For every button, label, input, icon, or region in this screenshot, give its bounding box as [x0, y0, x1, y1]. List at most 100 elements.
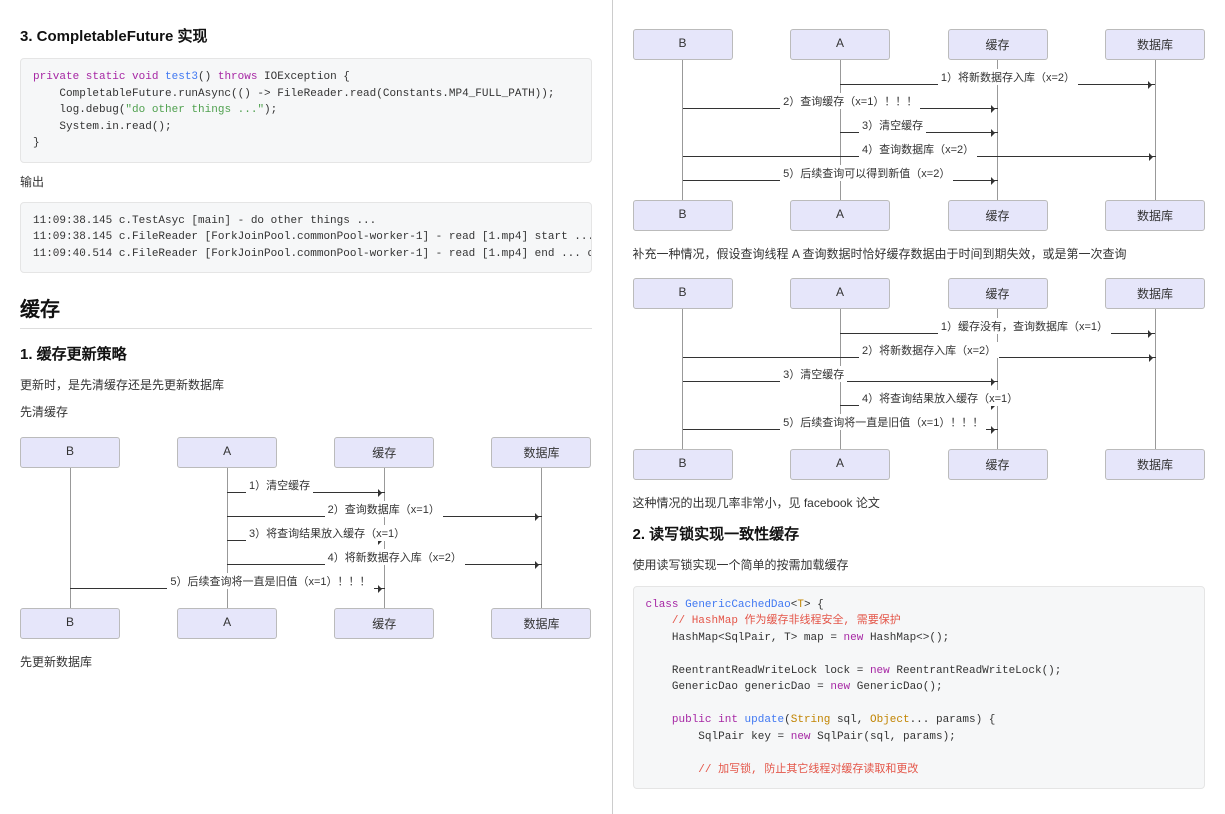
seq-message: 5）后续查询将一直是旧值（x=1）！！！	[20, 574, 592, 598]
seq-message: 3）将查询结果放入缓存（x=1）	[20, 526, 592, 550]
txt: IOException {	[257, 71, 349, 83]
txt: HashMap<>();	[863, 632, 949, 644]
seq-message-label: 4）将查询结果放入缓存（x=1）	[859, 390, 1021, 406]
seq-message: 2）查询数据库（x=1）	[20, 502, 592, 526]
kw: class	[646, 599, 679, 611]
sequence-diagram-2: BA缓存数据库1）将新数据存入库（x=2）2）查询缓存（x=1）！！！3）清空缓…	[633, 29, 1206, 231]
txt: HashMap<SqlPair, T> map =	[646, 632, 844, 644]
seq-message: 4）将查询结果放入缓存（x=1）	[633, 391, 1206, 415]
seq-message-label: 4）查询数据库（x=2）	[859, 141, 977, 157]
seq-message-label: 1）将新数据存入库（x=2）	[938, 69, 1078, 85]
sequence-diagram-1: BA缓存数据库1）清空缓存2）查询数据库（x=1）3）将查询结果放入缓存（x=1…	[20, 437, 592, 639]
kw: new	[830, 681, 850, 693]
seq-message: 5）后续查询可以得到新值（x=2）	[633, 166, 1206, 190]
paragraph: 更新时，是先清缓存还是先更新数据库	[20, 376, 592, 395]
sequence-diagram-3: BA缓存数据库1）缓存没有，查询数据库（x=1）2）将新数据存入库（x=2）3）…	[633, 278, 1206, 480]
txt: ReentrantReadWriteLock lock =	[646, 665, 870, 677]
seq-message: 3）清空缓存	[633, 367, 1206, 391]
txt: SqlPair key =	[646, 731, 791, 743]
seq-actor: 缓存	[948, 29, 1048, 60]
comment: // 加写锁, 防止其它线程对缓存读取和更改	[646, 764, 919, 776]
seq-message: 4）查询数据库（x=2）	[633, 142, 1206, 166]
blank	[646, 747, 653, 759]
seq-actor: A	[790, 278, 890, 309]
seq-message-label: 3）清空缓存	[780, 366, 847, 382]
code-block-2: 11:09:38.145 c.TestAsyc [main] - do othe…	[20, 202, 592, 274]
seq-actor: 缓存	[948, 278, 1048, 309]
code-block-3: class GenericCachedDao<T> { // HashMap 作…	[633, 586, 1206, 790]
paragraph: 使用读写锁实现一个简单的按需加载缓存	[633, 556, 1206, 575]
seq-actor: 数据库	[1105, 29, 1205, 60]
type: T	[797, 599, 804, 611]
seq-actor: B	[20, 437, 120, 468]
seq-message-label: 5）后续查询可以得到新值（x=2）	[780, 165, 953, 181]
seq-actor: 缓存	[334, 608, 434, 639]
kw: new	[870, 665, 890, 677]
blank	[646, 648, 653, 660]
seq-actor: 数据库	[1105, 278, 1205, 309]
log-line: 11:09:38.145 c.TestAsyc [main] - do othe…	[33, 215, 376, 227]
seq-message-label: 1）缓存没有，查询数据库（x=1）	[938, 318, 1111, 334]
seq-message-label: 2）查询缓存（x=1）！！！	[780, 93, 920, 109]
seq-message-label: 3）清空缓存	[859, 117, 926, 133]
kw: new	[844, 632, 864, 644]
seq-actor: 数据库	[491, 437, 591, 468]
seq-message: 1）缓存没有，查询数据库（x=1）	[633, 319, 1206, 343]
code-line: System.in.read();	[33, 121, 172, 133]
left-column: 3. CompletableFuture 实现 private static v…	[0, 0, 613, 814]
seq-message: 5）后续查询将一直是旧值（x=1）！！！	[633, 415, 1206, 439]
paragraph: 补充一种情况，假设查询线程 A 查询数据时恰好缓存数据由于时间到期失效，或是第一…	[633, 245, 1206, 264]
seq-message-label: 1）清空缓存	[246, 477, 313, 493]
seq-message: 2）查询缓存（x=1）！！！	[633, 94, 1206, 118]
comment: // HashMap 作为缓存非线程安全, 需要保护	[646, 615, 901, 627]
seq-actor: A	[177, 608, 277, 639]
right-column: BA缓存数据库1）将新数据存入库（x=2）2）查询缓存（x=1）！！！3）清空缓…	[613, 0, 1225, 814]
paragraph: 先清缓存	[20, 403, 592, 422]
seq-actor: A	[790, 29, 890, 60]
seq-message-label: 2）将新数据存入库（x=2）	[859, 342, 999, 358]
fn: test3	[158, 71, 198, 83]
txt: ()	[198, 71, 218, 83]
txt: SqlPair(sql, params);	[811, 731, 956, 743]
seq-message-label: 3）将查询结果放入缓存（x=1）	[246, 525, 408, 541]
kw: new	[791, 731, 811, 743]
kw: throws	[218, 71, 258, 83]
seq-actor: 数据库	[1105, 200, 1205, 231]
seq-actor: B	[633, 449, 733, 480]
blank	[646, 698, 653, 710]
type: Object	[870, 714, 910, 726]
heading-cache: 缓存	[20, 293, 592, 329]
paragraph: 先更新数据库	[20, 653, 592, 672]
seq-actor: A	[790, 200, 890, 231]
heading-cache-strategy: 1. 缓存更新策略	[20, 343, 592, 364]
seq-actor: 数据库	[1105, 449, 1205, 480]
heading-rwlock: 2. 读写锁实现一致性缓存	[633, 523, 1206, 544]
log-line: 11:09:38.145 c.FileReader [ForkJoinPool.…	[33, 231, 592, 243]
txt: (	[784, 714, 791, 726]
fn: GenericCachedDao	[679, 599, 791, 611]
txt: ... params) {	[910, 714, 996, 726]
heading-completablefuture: 3. CompletableFuture 实现	[20, 25, 592, 46]
seq-actor: B	[20, 608, 120, 639]
seq-actor: 缓存	[948, 200, 1048, 231]
seq-actor: 数据库	[491, 608, 591, 639]
fn: update	[738, 714, 784, 726]
seq-message-label: 2）查询数据库（x=1）	[325, 501, 443, 517]
seq-message: 2）将新数据存入库（x=2）	[633, 343, 1206, 367]
code-line: CompletableFuture.runAsync(() -> FileRea…	[33, 88, 555, 100]
txt: );	[264, 104, 277, 116]
log-line: 11:09:40.514 c.FileReader [ForkJoinPool.…	[33, 248, 592, 260]
seq-message-label: 5）后续查询将一直是旧值（x=1）！！！	[167, 573, 373, 589]
seq-message: 1）清空缓存	[20, 478, 592, 502]
seq-actor: B	[633, 278, 733, 309]
seq-message-label: 5）后续查询将一直是旧值（x=1）！！！	[780, 414, 986, 430]
seq-actor: 缓存	[334, 437, 434, 468]
txt: > {	[804, 599, 824, 611]
seq-actor: B	[633, 200, 733, 231]
txt: GenericDao genericDao =	[646, 681, 831, 693]
seq-actor: A	[790, 449, 890, 480]
seq-message: 3）清空缓存	[633, 118, 1206, 142]
paragraph: 这种情况的出现几率非常小，见 facebook 论文	[633, 494, 1206, 513]
txt: sql,	[830, 714, 870, 726]
seq-actor: A	[177, 437, 277, 468]
